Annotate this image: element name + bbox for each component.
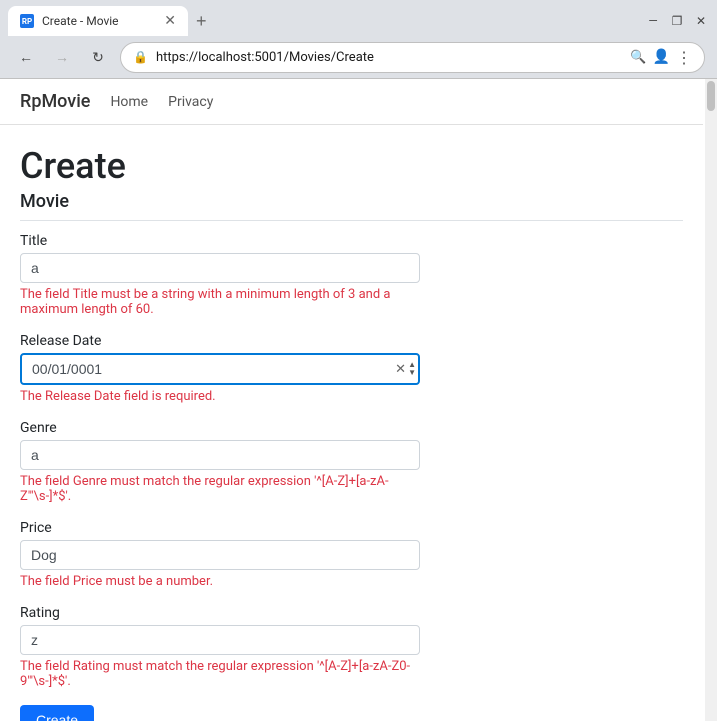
- page-wrapper: RpMovie Home Privacy Create Movie Title …: [0, 79, 717, 721]
- tab-title: Create - Movie: [42, 14, 156, 28]
- new-tab-button[interactable]: +: [192, 7, 211, 36]
- title-field-group: Title The field Title must be a string w…: [20, 233, 420, 317]
- tab-favicon: RP: [20, 14, 34, 28]
- price-error: The field Price must be a number.: [20, 574, 420, 589]
- reload-button[interactable]: ↻: [84, 43, 112, 71]
- account-icon[interactable]: 👤: [653, 49, 670, 65]
- url-bar[interactable]: 🔒 https://localhost:5001/Movies/Create 🔍…: [120, 42, 705, 73]
- search-icon[interactable]: 🔍: [630, 50, 646, 65]
- rating-error: The field Rating must match the regular …: [20, 659, 420, 689]
- url-text: https://localhost:5001/Movies/Create: [156, 50, 622, 65]
- release-date-error: The Release Date field is required.: [20, 389, 420, 404]
- window-close-button[interactable]: ✕: [693, 13, 709, 29]
- release-date-label: Release Date: [20, 333, 420, 349]
- forward-nav-button[interactable]: →: [48, 43, 76, 71]
- brand-link[interactable]: RpMovie: [20, 91, 90, 112]
- date-controls: ✕ ▲ ▼: [395, 361, 416, 377]
- create-button[interactable]: Create: [20, 705, 94, 721]
- rating-input[interactable]: [20, 625, 420, 655]
- navbar: RpMovie Home Privacy: [0, 79, 703, 125]
- page-heading: Create: [20, 145, 683, 187]
- page-subheading: Movie: [20, 191, 683, 221]
- title-input[interactable]: [20, 253, 420, 283]
- browser-tab[interactable]: RP Create - Movie ✕: [8, 6, 188, 36]
- genre-label: Genre: [20, 420, 420, 436]
- price-field-group: Price The field Price must be a number.: [20, 520, 420, 589]
- genre-error: The field Genre must match the regular e…: [20, 474, 420, 504]
- menu-icon[interactable]: ⋮: [676, 48, 692, 67]
- date-clear-button[interactable]: ✕: [395, 362, 406, 377]
- submit-group: Create: [20, 705, 420, 721]
- date-input-wrapper: ✕ ▲ ▼: [20, 353, 420, 385]
- scrollbar[interactable]: [705, 79, 717, 721]
- restore-button[interactable]: ❐: [669, 13, 685, 29]
- home-link[interactable]: Home: [110, 94, 148, 110]
- create-form: Title The field Title must be a string w…: [20, 233, 420, 721]
- title-label: Title: [20, 233, 420, 249]
- release-date-field-group: Release Date ✕ ▲ ▼ The Release Date fiel…: [20, 333, 420, 404]
- lock-icon: 🔒: [133, 50, 148, 64]
- date-spin-buttons[interactable]: ▲ ▼: [408, 361, 416, 377]
- title-error: The field Title must be a string with a …: [20, 287, 420, 317]
- price-label: Price: [20, 520, 420, 536]
- genre-field-group: Genre The field Genre must match the reg…: [20, 420, 420, 504]
- back-nav-button[interactable]: ←: [12, 43, 40, 71]
- rating-field-group: Rating The field Rating must match the r…: [20, 605, 420, 689]
- page-content: Create Movie Title The field Title must …: [0, 125, 703, 721]
- price-input[interactable]: [20, 540, 420, 570]
- rating-label: Rating: [20, 605, 420, 621]
- minimize-button[interactable]: —: [645, 13, 661, 29]
- genre-input[interactable]: [20, 440, 420, 470]
- release-date-input[interactable]: [20, 353, 420, 385]
- privacy-link[interactable]: Privacy: [168, 94, 213, 110]
- tab-close-button[interactable]: ✕: [164, 14, 176, 28]
